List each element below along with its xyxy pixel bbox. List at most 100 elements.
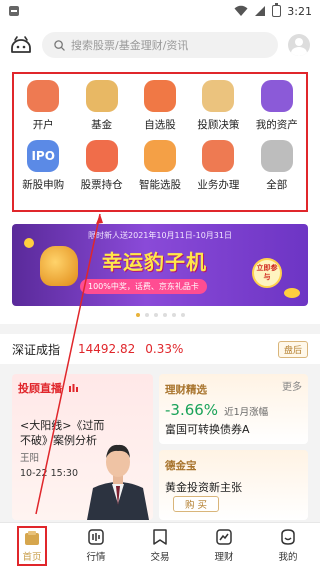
- live-tag: 投顾直播: [18, 382, 62, 395]
- search-bar[interactable]: 搜索股票/基金理财/资讯: [42, 32, 278, 58]
- wealth-pick-card[interactable]: 理财精选 更多 -3.66% 近1月涨幅 富国可转换债券A: [159, 374, 308, 444]
- banner-subtitle: 100%中奖，话费、京东礼品卡: [80, 279, 207, 294]
- nav-home-highlight: 首页: [17, 525, 47, 566]
- index-ticker[interactable]: 深证成指 14492.82 0.33% 盘后: [0, 334, 320, 364]
- banner-title: 幸运豹子机: [102, 250, 207, 274]
- status-bar: 3:21: [0, 0, 320, 22]
- live-time: 10-22 15:30: [20, 468, 79, 479]
- nav-home[interactable]: 首页: [0, 523, 64, 568]
- menu-item[interactable]: IPO 新股申购: [14, 140, 72, 192]
- live-card[interactable]: 投顾直播 <大阳线>《过而不破》案例分析 王阳 10-22 15:30: [12, 374, 153, 520]
- menu-item[interactable]: 投顾决策: [189, 80, 247, 132]
- menu-item[interactable]: 基金: [72, 80, 130, 132]
- menu-item-label: 新股申购: [22, 179, 65, 191]
- quick-menu-section: 开户 基金 自选股 投顾决策 我的资产 IPO 新股申购 股票持仓 智能选股 业务办理 全部: [0, 68, 320, 218]
- pagination-dot[interactable]: [171, 313, 176, 317]
- index-name: 深证成指: [12, 342, 61, 357]
- nav-home-label: 首页: [22, 551, 42, 563]
- menu-item[interactable]: 智能选股: [131, 140, 189, 192]
- menu-item-label: 业务办理: [197, 179, 240, 191]
- ring-icon: [143, 140, 176, 172]
- menu-item-label: 智能选股: [138, 179, 181, 191]
- banner-section: 限时新人送2021年10月11日-10月31日 幸运豹子机 100%中奖，话费、…: [0, 218, 320, 306]
- buy-button[interactable]: 购 买: [173, 496, 219, 512]
- gold-tag: 德金宝: [165, 460, 197, 472]
- coin-icon: [284, 288, 300, 298]
- search-placeholder: 搜索股票/基金理财/资讯: [71, 39, 189, 52]
- banner-pagination: [0, 306, 320, 324]
- avatar[interactable]: [288, 34, 310, 56]
- nav-market[interactable]: 行情: [64, 523, 128, 568]
- fund-return-value: -3.66%: [165, 401, 219, 419]
- task-icon: [202, 140, 235, 172]
- index-value: 14492.82: [78, 342, 136, 356]
- nav-profile[interactable]: 我的: [256, 523, 320, 568]
- signal-icon: [255, 6, 266, 16]
- fund-return-note: 近1月涨幅: [224, 407, 269, 418]
- pagination-dot[interactable]: [144, 313, 149, 317]
- coin-icon: [24, 238, 34, 248]
- live-author: 王阳: [20, 453, 40, 464]
- more-link[interactable]: 更多: [282, 378, 302, 393]
- status-left: [8, 5, 20, 17]
- home-icon: [25, 530, 39, 545]
- profile-icon: [281, 529, 295, 545]
- chart-card-icon: [85, 80, 118, 112]
- status-time: 3:21: [287, 4, 312, 18]
- wifi-icon: [234, 5, 248, 16]
- trade-icon: [153, 529, 167, 545]
- menu-item[interactable]: 全部: [248, 140, 306, 192]
- search-icon: [54, 39, 65, 51]
- menu-item-label: 投顾决策: [197, 119, 240, 131]
- menu-item[interactable]: 我的资产: [248, 80, 306, 132]
- menu-item-label: 开户: [32, 119, 54, 131]
- gold-title: 黄金投资新主张: [165, 481, 242, 494]
- nav-trade-label: 交易: [150, 552, 170, 563]
- nav-profile-label: 我的: [278, 552, 298, 563]
- menu-item[interactable]: 股票持仓: [72, 140, 130, 192]
- nav-market-label: 行情: [86, 552, 106, 563]
- stack-icon: [143, 80, 176, 112]
- bars-icon: [85, 140, 118, 172]
- pagination-dot[interactable]: [162, 313, 167, 317]
- banner-join-button[interactable]: 立即参与: [252, 258, 282, 288]
- nav-trade[interactable]: 交易: [128, 523, 192, 568]
- market-icon: [88, 529, 104, 545]
- menu-item-label: 股票持仓: [80, 179, 123, 191]
- apps-icon: [260, 140, 293, 172]
- leopard-mascot-icon: [40, 246, 78, 286]
- banner-top-text: 限时新人送2021年10月11日-10月31日: [88, 231, 232, 240]
- status-right: 3:21: [234, 3, 312, 18]
- bottom-nav: 首页 行情 交易 理财 我的: [0, 522, 320, 568]
- menu-item[interactable]: 业务办理: [189, 140, 247, 192]
- market-status-badge: 盘后: [277, 340, 308, 358]
- gold-card[interactable]: 德金宝 黄金投资新主张 购 买: [159, 450, 308, 520]
- fund-name: 富国可转换债券A: [165, 423, 250, 436]
- pagination-dot[interactable]: [180, 313, 185, 317]
- menu-item-label: 我的资产: [255, 119, 298, 131]
- live-bars-icon: [69, 384, 78, 392]
- index-change: 0.33%: [145, 342, 184, 356]
- pagination-dot[interactable]: [135, 313, 140, 317]
- top-bar: 搜索股票/基金理财/资讯: [0, 22, 320, 68]
- menu-item[interactable]: 自选股: [131, 80, 189, 132]
- finance-icon: [216, 529, 232, 545]
- wallet-icon: [260, 80, 293, 112]
- fund-return: -3.66% 近1月涨幅: [165, 401, 302, 419]
- pagination-dot[interactable]: [153, 313, 158, 317]
- robot-assistant-icon[interactable]: [10, 35, 32, 55]
- live-card-header: 投顾直播: [12, 374, 153, 402]
- notification-icon: [9, 6, 19, 16]
- nav-finance-label: 理财: [214, 552, 234, 563]
- envelope-icon: [202, 80, 235, 112]
- promo-banner[interactable]: 限时新人送2021年10月11日-10月31日 幸运豹子机 100%中奖，话费、…: [12, 224, 308, 306]
- presenter-photo: [87, 444, 149, 520]
- quick-menu-grid: 开户 基金 自选股 投顾决策 我的资产 IPO 新股申购 股票持仓 智能选股 业务办理 全部: [14, 74, 306, 192]
- content-cards: 投顾直播 <大阳线>《过而不破》案例分析 王阳 10-22 15:30 理财精选…: [0, 374, 320, 520]
- wealth-pick-tag: 理财精选: [165, 384, 207, 396]
- quick-menu-highlight: 开户 基金 自选股 投顾决策 我的资产 IPO 新股申购 股票持仓 智能选股 业务办理 全部: [12, 72, 308, 212]
- menu-item-label: 自选股: [144, 119, 176, 131]
- battery-icon: [272, 3, 282, 17]
- menu-item[interactable]: 开户: [14, 80, 72, 132]
- nav-finance[interactable]: 理财: [192, 523, 256, 568]
